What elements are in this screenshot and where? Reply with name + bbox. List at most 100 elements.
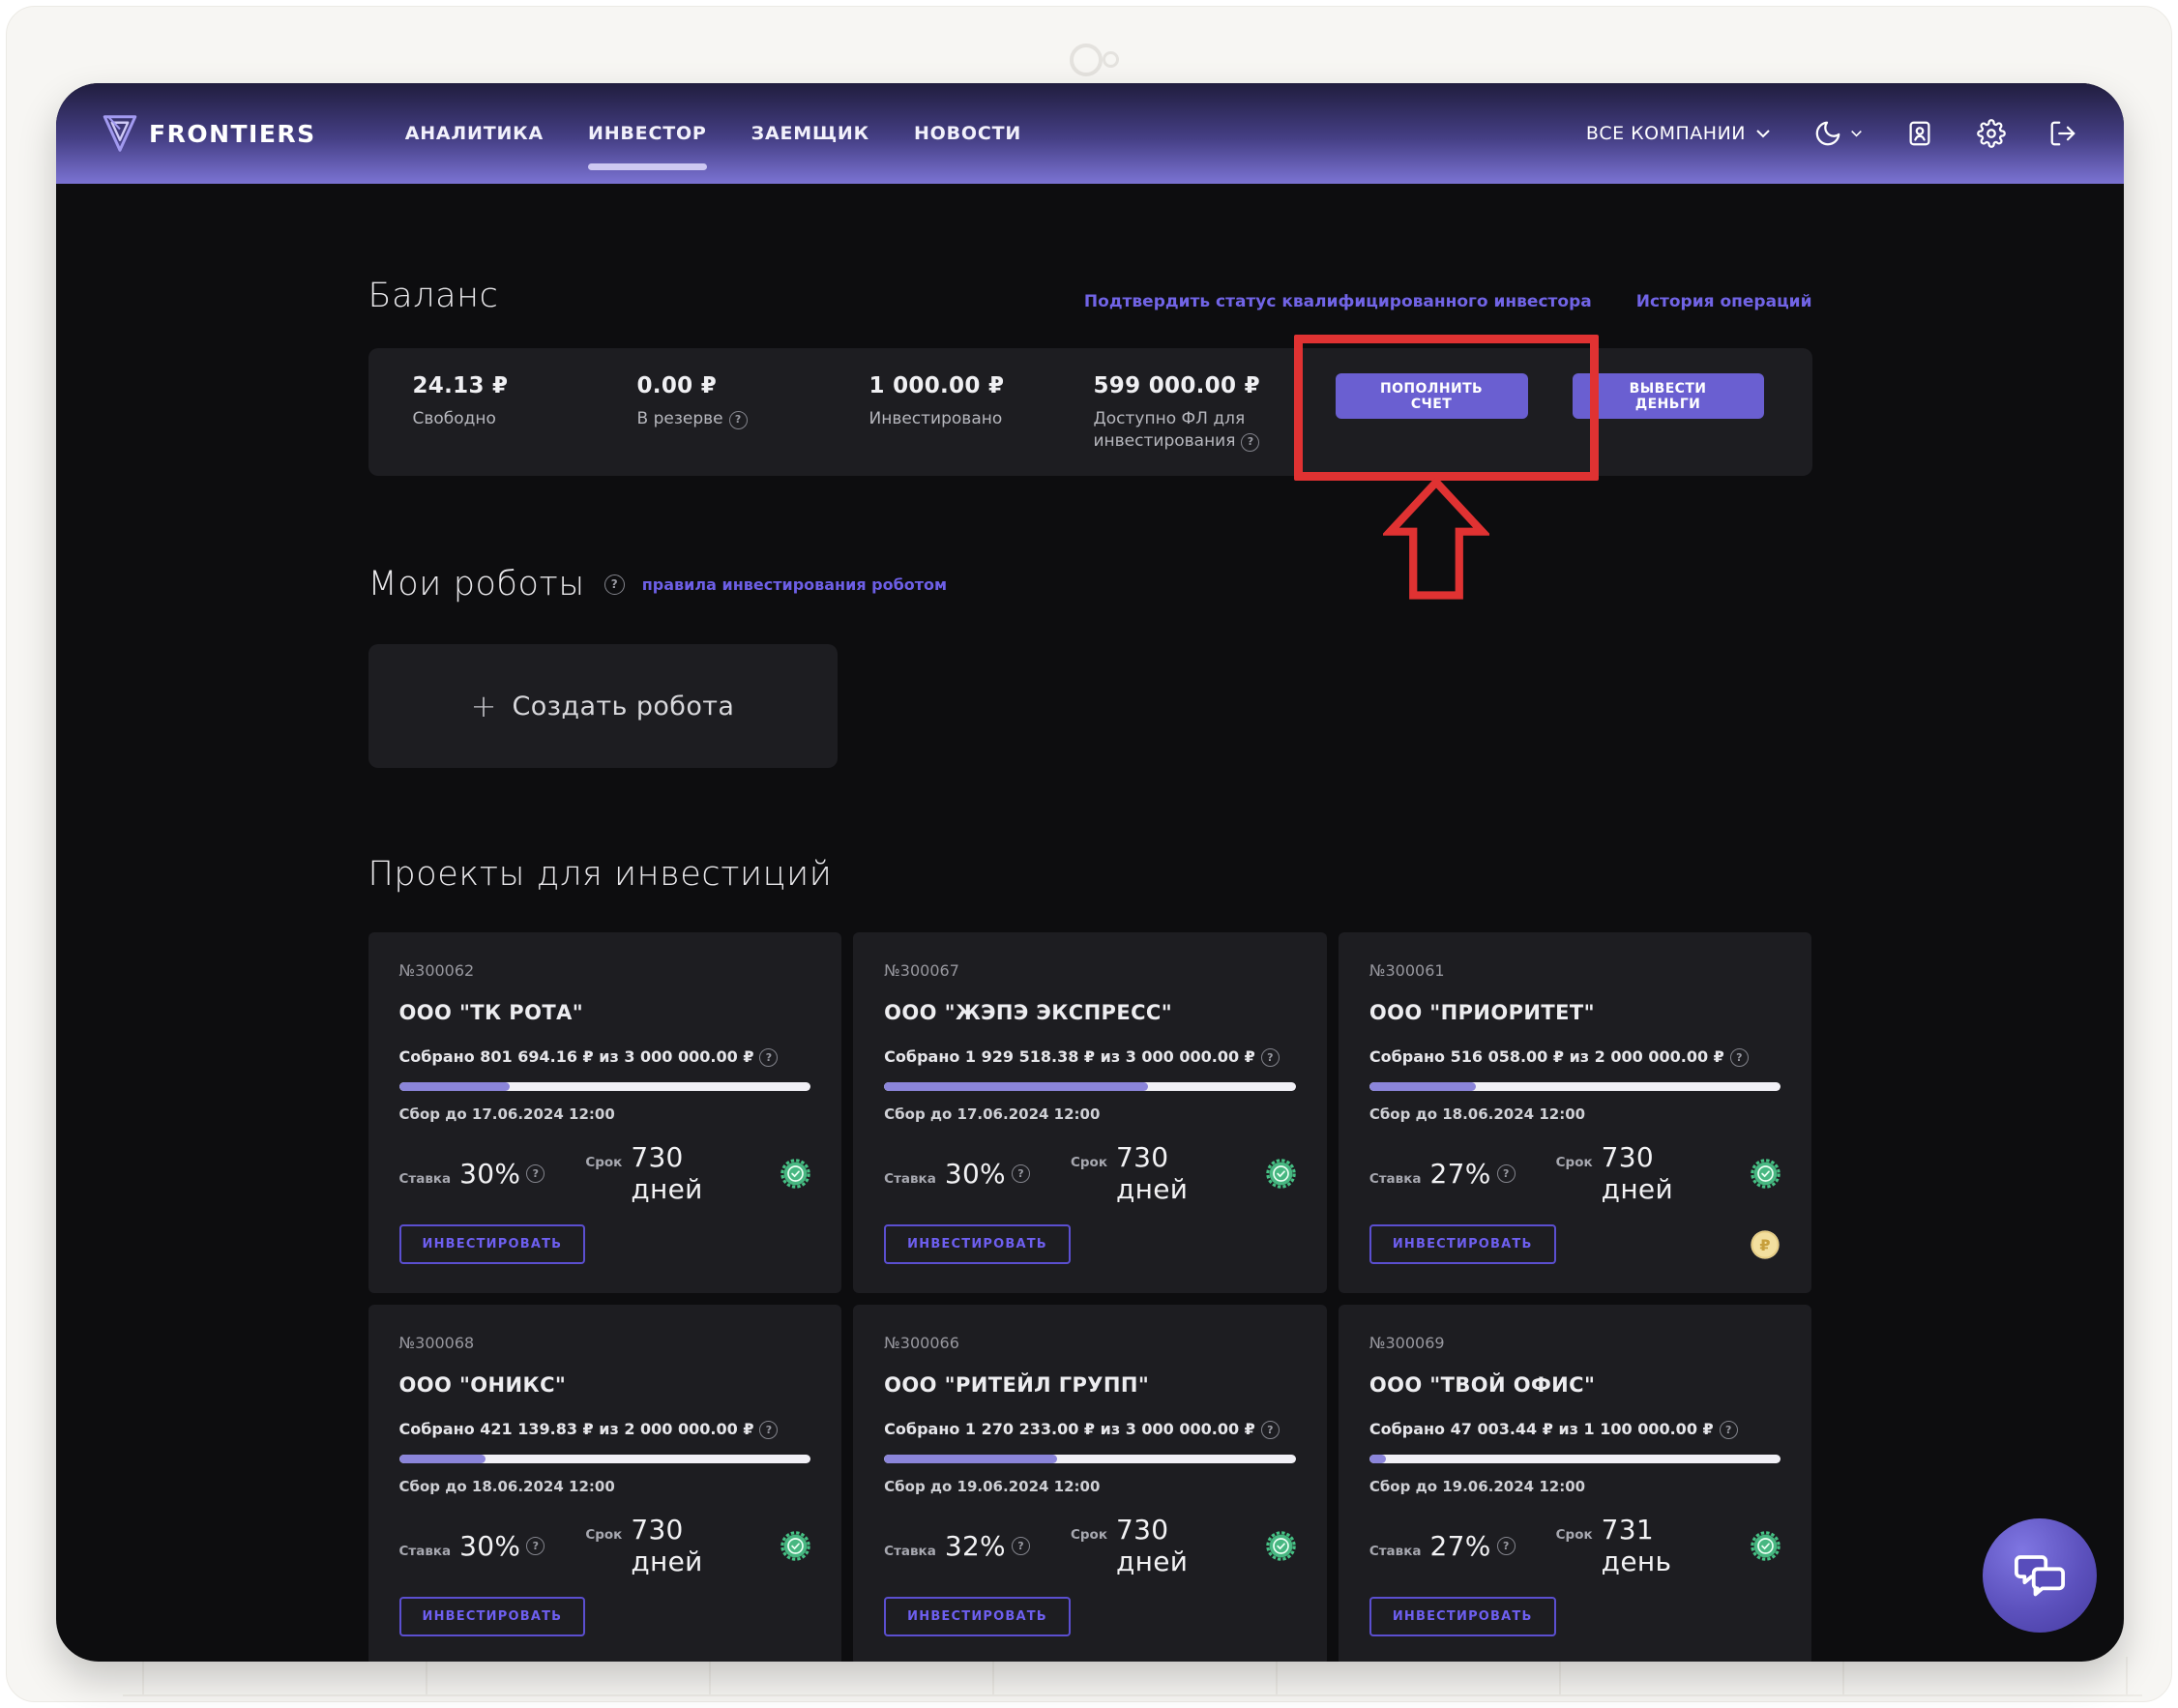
company-selector-label: ВСЕ КОМПАНИИ: [1586, 123, 1746, 144]
term-label: Срок: [1556, 1527, 1593, 1543]
balance-stat: 1 000.00 ₽ Инвестировано?: [869, 373, 1094, 453]
progress-bar: [399, 1455, 811, 1463]
project-collected: Собрано 421 139.83 ₽ из 2 000 000.00 ₽?: [399, 1420, 811, 1439]
rate-value: 30%: [459, 1530, 520, 1562]
project-number: №300067: [884, 961, 1296, 980]
logo[interactable]: FRONTIERS: [103, 114, 316, 153]
top-navbar: FRONTIERS АНАЛИТИКА ИНВЕСТОР ЗАЕМЩИК НОВ…: [56, 83, 2124, 184]
withdraw-button[interactable]: ВЫВЕСТИ ДЕНЬГИ: [1573, 373, 1764, 419]
project-deadline: Сбор до 18.06.2024 12:00: [399, 1478, 811, 1495]
term-stat: Срок 731 день: [1556, 1514, 1711, 1577]
logout-icon[interactable]: [2048, 119, 2077, 148]
ruble-coin-icon: ₽: [1750, 1229, 1781, 1260]
rate-value: 32%: [945, 1530, 1006, 1562]
term-value: 730 дней: [1602, 1141, 1711, 1205]
balance-stat: 599 000.00 ₽ Доступно ФЛ для инвестирова…: [1094, 373, 1336, 453]
verified-badge-icon: [780, 1159, 810, 1189]
progress-fill: [884, 1082, 1147, 1091]
robot-rules-link[interactable]: правила инвестирования роботом: [642, 575, 947, 594]
help-icon[interactable]: ?: [1497, 1537, 1516, 1555]
project-number: №300061: [1369, 961, 1781, 980]
help-icon[interactable]: ?: [526, 1164, 544, 1183]
term-stat: Срок 730 дней: [1071, 1141, 1225, 1205]
project-card: №300061 ООО "ПРИОРИТЕТ" Собрано 516 058.…: [1339, 932, 1812, 1293]
rate-stat: Ставка 30% ?: [399, 1158, 545, 1190]
project-name: ООО "ОНИКС": [399, 1373, 811, 1397]
term-value: 730 дней: [1116, 1514, 1225, 1577]
project-number: №300066: [884, 1334, 1296, 1352]
project-deadline: Сбор до 19.06.2024 12:00: [884, 1478, 1296, 1495]
qualified-investor-link[interactable]: Подтвердить статус квалифицированного ин…: [1084, 292, 1592, 311]
term-label: Срок: [1556, 1155, 1593, 1170]
deposit-button[interactable]: ПОПОЛНИТЬ СЧЕТ: [1336, 373, 1528, 419]
term-stat: Срок 730 дней: [585, 1141, 740, 1205]
help-icon[interactable]: ?: [1012, 1537, 1030, 1555]
help-icon[interactable]: ?: [1241, 433, 1259, 452]
nav-item[interactable]: НОВОСТИ: [914, 123, 1021, 144]
rate-stat: Ставка 27% ?: [1369, 1158, 1516, 1190]
invest-button[interactable]: ИНВЕСТИРОВАТЬ: [399, 1597, 586, 1636]
rate-value: 27%: [1430, 1158, 1491, 1190]
project-deadline: Сбор до 17.06.2024 12:00: [399, 1105, 811, 1123]
balance-stat: 24.13 ₽ Свободно?: [413, 373, 637, 453]
invest-button[interactable]: ИНВЕСТИРОВАТЬ: [399, 1224, 586, 1264]
rate-label: Ставка: [399, 1171, 452, 1187]
invest-button[interactable]: ИНВЕСТИРОВАТЬ: [884, 1597, 1071, 1636]
stat-value: 0.00 ₽: [637, 373, 869, 398]
chevron-down-icon: [1755, 129, 1771, 138]
progress-fill: [1369, 1082, 1477, 1091]
create-robot-button[interactable]: + Создать робота: [368, 644, 838, 768]
project-card: №300069 ООО "ТВОЙ ОФИС" Собрано 47 003.4…: [1339, 1305, 1812, 1662]
help-icon[interactable]: ?: [1730, 1048, 1749, 1067]
term-label: Срок: [585, 1155, 622, 1170]
help-icon[interactable]: ?: [729, 411, 748, 429]
term-stat: Срок 730 дней: [585, 1514, 740, 1577]
logo-text: FRONTIERS: [149, 120, 316, 148]
invest-button[interactable]: ИНВЕСТИРОВАТЬ: [1369, 1597, 1556, 1636]
help-icon[interactable]: ?: [759, 1421, 778, 1439]
nav-item[interactable]: ИНВЕСТОР: [588, 123, 707, 144]
rate-stat: Ставка 27% ?: [1369, 1530, 1516, 1562]
rate-label: Ставка: [1369, 1544, 1422, 1559]
term-value: 731 день: [1602, 1514, 1711, 1577]
help-icon[interactable]: ?: [1261, 1048, 1280, 1067]
help-icon[interactable]: ?: [604, 574, 625, 595]
stat-value: 24.13 ₽: [413, 373, 637, 398]
progress-fill: [1369, 1455, 1386, 1463]
help-icon[interactable]: ?: [1261, 1421, 1280, 1439]
operations-history-link[interactable]: История операций: [1636, 292, 1812, 311]
nav-item[interactable]: АНАЛИТИКА: [405, 123, 544, 144]
project-name: ООО "ЖЭПЭ ЭКСПРЕСС": [884, 1001, 1296, 1024]
profile-id-icon[interactable]: [1905, 119, 1934, 148]
project-deadline: Сбор до 19.06.2024 12:00: [1369, 1478, 1781, 1495]
moon-icon: [1813, 119, 1842, 148]
invest-button[interactable]: ИНВЕСТИРОВАТЬ: [1369, 1224, 1556, 1264]
stat-value: 1 000.00 ₽: [869, 373, 1094, 398]
balance-card: 24.13 ₽ Свободно? 0.00 ₽ В резерве? 1 00…: [368, 348, 1812, 476]
rate-label: Ставка: [884, 1544, 936, 1559]
invest-button[interactable]: ИНВЕСТИРОВАТЬ: [884, 1224, 1071, 1264]
company-selector[interactable]: ВСЕ КОМПАНИИ: [1586, 123, 1771, 144]
nav-item[interactable]: ЗАЕМЩИК: [751, 123, 869, 144]
verified-badge-icon: [780, 1531, 810, 1561]
gear-icon[interactable]: [1977, 119, 2006, 148]
project-collected: Собрано 801 694.16 ₽ из 3 000 000.00 ₽?: [399, 1047, 811, 1067]
frontiers-logo-icon: [103, 114, 137, 153]
device-camera-dot: [1103, 51, 1119, 68]
help-icon[interactable]: ?: [1497, 1164, 1516, 1183]
help-icon[interactable]: ?: [526, 1537, 544, 1555]
term-label: Срок: [1071, 1155, 1107, 1170]
term-value: 730 дней: [1116, 1141, 1225, 1205]
project-name: ООО "ПРИОРИТЕТ": [1369, 1001, 1781, 1024]
device-camera-circle: [1070, 44, 1103, 76]
projects-title: Проекты для инвестиций: [368, 855, 1812, 894]
robots-title: Мои роботы: [368, 565, 585, 604]
chat-button[interactable]: [1983, 1518, 2097, 1633]
stat-label: В резерве?: [637, 408, 869, 430]
help-icon[interactable]: ?: [1720, 1421, 1738, 1439]
help-icon[interactable]: ?: [759, 1048, 778, 1067]
chevron-down-icon: [1850, 130, 1863, 137]
project-deadline: Сбор до 18.06.2024 12:00: [1369, 1105, 1781, 1123]
theme-selector[interactable]: [1813, 119, 1863, 148]
help-icon[interactable]: ?: [1012, 1164, 1030, 1183]
